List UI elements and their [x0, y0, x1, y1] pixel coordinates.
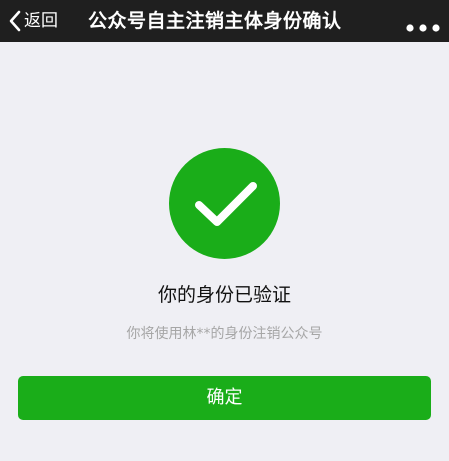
verification-subtext: 你将使用林**的身份注销公众号: [126, 326, 323, 342]
main-content: 你的身份已验证 你将使用林**的身份注销公众号 确定: [0, 42, 449, 461]
back-label: 返回: [24, 11, 58, 31]
success-check-icon: [169, 148, 280, 259]
top-navbar: 返回 公众号自主注销主体身份确认: [0, 0, 449, 42]
page-title: 公众号自主注销主体身份确认: [88, 10, 342, 32]
confirm-button[interactable]: 确定: [18, 376, 431, 420]
back-button[interactable]: 返回: [8, 0, 58, 42]
more-dots-icon: [406, 17, 440, 32]
chevron-left-icon: [8, 10, 22, 32]
more-button[interactable]: [403, 0, 443, 42]
verification-headline: 你的身份已验证: [157, 284, 291, 306]
